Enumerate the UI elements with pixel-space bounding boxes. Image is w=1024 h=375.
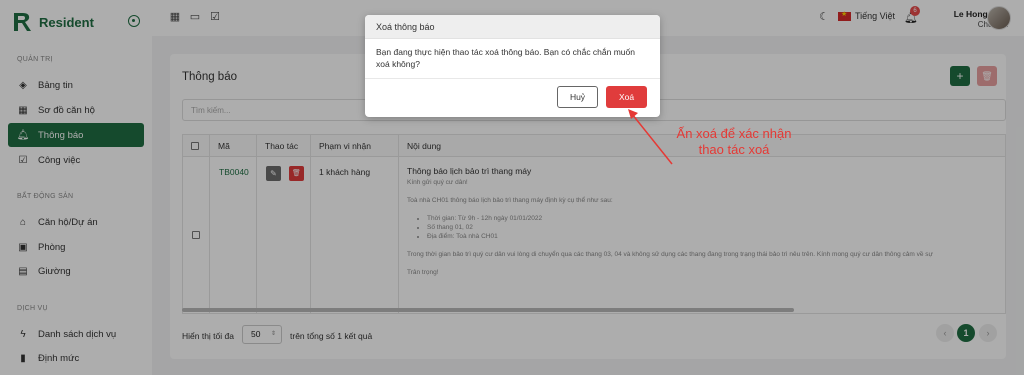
delete-confirm-dialog: Xoá thông báo Bạn đang thực hiện thao tá… bbox=[365, 15, 660, 117]
cancel-button[interactable]: Huỷ bbox=[557, 86, 598, 108]
dialog-message: Bạn đang thực hiện thao tác xoá thông bá… bbox=[376, 47, 635, 69]
dialog-divider bbox=[365, 78, 660, 79]
annotation-text: Ấn xoá để xác nhận thao tác xoá bbox=[676, 126, 792, 157]
dialog-title: Xoá thông báo bbox=[365, 15, 660, 39]
annotation-arrow-icon bbox=[628, 109, 673, 165]
